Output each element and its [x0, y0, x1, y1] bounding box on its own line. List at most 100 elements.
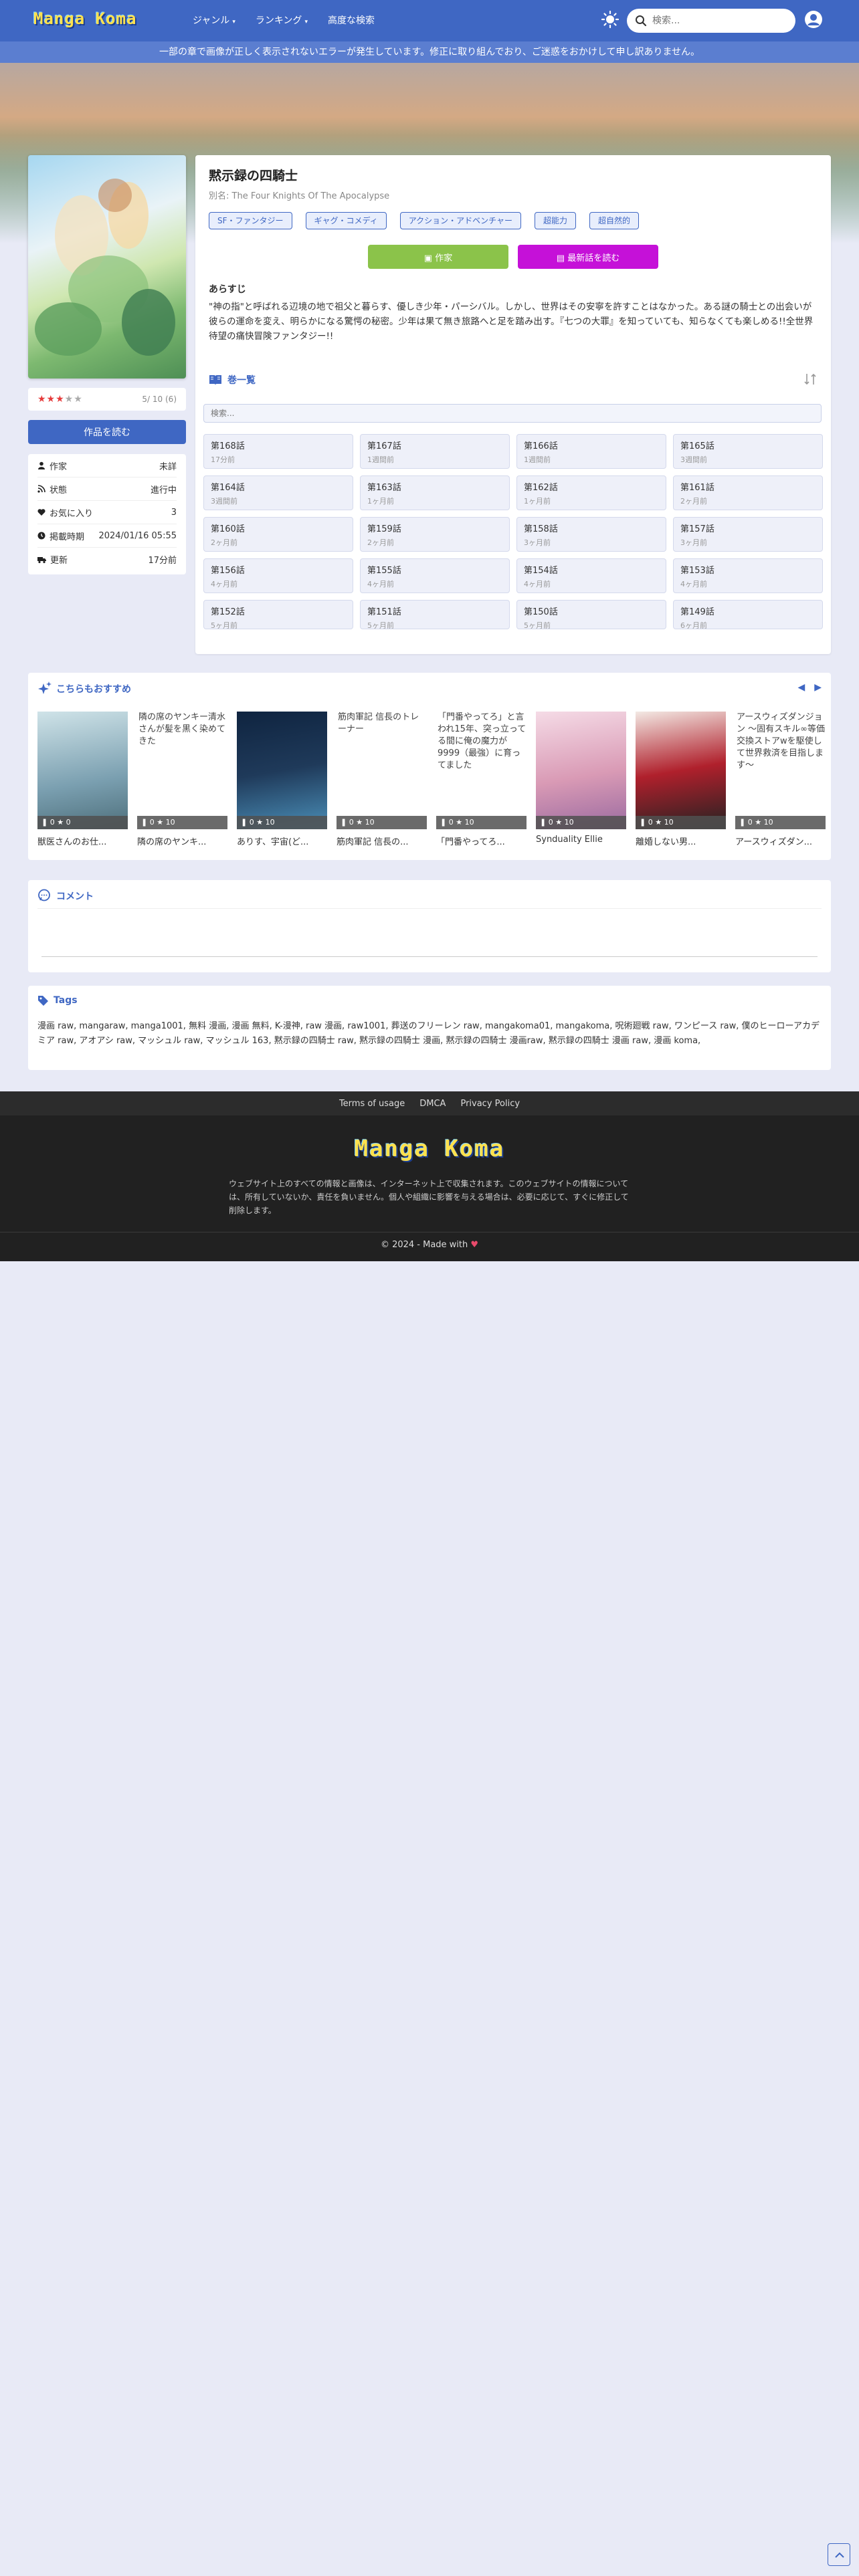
recommend-item[interactable]: 隣の席のヤンキー清水さんが髪を黒く染めてきた ❚ 0 ★ 10 隣の席のヤンキ.… — [137, 712, 227, 847]
genre-tag[interactable]: ギャグ・コメディ — [305, 212, 387, 229]
footer-link-privacy[interactable]: Privacy Policy — [460, 1099, 520, 1109]
recommend-cover[interactable]: ❚ 0 ★ 10 — [536, 712, 626, 829]
chapter-item[interactable]: 第167話 1週間前 — [360, 434, 510, 469]
cover-image — [28, 155, 186, 379]
recommend-item[interactable]: ❚ 0 ★ 10 Synduality Ellie — [536, 712, 626, 847]
chapter-list-title: 巻一覧 — [209, 373, 256, 387]
tags-text[interactable]: 漫画 raw, mangaraw, manga1001, 無料 漫画, 漫画 無… — [37, 1019, 820, 1049]
copyright-text: © 2024 - Made with — [380, 1240, 468, 1250]
recommend-item[interactable]: ❚ 0 ★ 0 獣医さんのお仕... — [37, 712, 128, 847]
recommend-name[interactable]: 離婚しない男... — [636, 835, 726, 847]
nav-advanced-search[interactable]: 高度な検索 — [328, 13, 375, 27]
manga-title: 黙示録の四騎士 — [209, 169, 298, 183]
chapter-item[interactable]: 第162話 1ヶ月前 — [516, 475, 666, 510]
author-button-label: 作家 — [435, 253, 453, 263]
recommend-cover[interactable]: 筋肉軍記 信長のトレーナー ❚ 0 ★ 10 — [337, 712, 427, 829]
author-button[interactable]: ▣ 作家 — [368, 245, 508, 269]
chapter-item[interactable]: 第152話 5ヶ月前 — [203, 600, 353, 629]
recommend-name[interactable]: 筋肉軍記 信長の... — [337, 835, 427, 847]
author-icon: ▣ — [423, 253, 433, 263]
recommend-item[interactable]: 「門番やってろ」と言われ15年、突っ立ってる間に俺の魔力が9999（最強）に育っ… — [436, 712, 527, 847]
recommend-name[interactable]: 「門番やってろ... — [436, 835, 527, 847]
user-account-icon[interactable] — [803, 9, 824, 29]
nav-genre[interactable]: ジャンル ▾ — [193, 13, 235, 27]
comment-input-area[interactable] — [41, 956, 818, 957]
footer: Manga Koma ウェブサイト上のすべての情報と画像は、インターネット上で収… — [0, 1115, 859, 1261]
chapter-item[interactable]: 第164話 3週間前 — [203, 475, 353, 510]
theme-toggle-icon[interactable] — [601, 10, 619, 29]
recommend-nav: ◀ ▶ — [797, 682, 822, 693]
bookmark-icon: ❚ — [141, 818, 148, 827]
genre-tag[interactable]: 超能力 — [534, 212, 576, 229]
footer-logo[interactable]: Manga Koma — [0, 1136, 859, 1162]
recommend-stats-text: 0 ★ 10 — [349, 818, 375, 827]
divider — [37, 908, 822, 909]
chapter-time: 3ヶ月前 — [524, 538, 551, 547]
scroll-to-top-button[interactable] — [828, 2543, 850, 2566]
chapter-item[interactable]: 第150話 5ヶ月前 — [516, 600, 666, 629]
recommend-name[interactable]: 隣の席のヤンキ... — [137, 835, 227, 847]
chapter-item[interactable]: 第155話 4ヶ月前 — [360, 558, 510, 593]
chapter-time: 4ヶ月前 — [367, 580, 394, 588]
comment-title: コメント — [37, 889, 94, 903]
recommend-name[interactable]: 獣医さんのお仕... — [37, 835, 128, 847]
recommend-item[interactable]: ❚ 0 ★ 10 ありす、宇宙(ど... — [237, 712, 327, 847]
chapter-item[interactable]: 第159話 2ヶ月前 — [360, 517, 510, 552]
chapter-time: 2ヶ月前 — [367, 538, 394, 547]
read-latest-button[interactable]: ▤ 最新話を読む — [518, 245, 658, 269]
site-logo[interactable]: Manga Koma — [33, 9, 137, 28]
chapter-item[interactable]: 第157話 3ヶ月前 — [673, 517, 823, 552]
chapter-search-input[interactable] — [203, 404, 822, 423]
bookmark-icon: ❚ — [41, 818, 48, 827]
chapter-item[interactable]: 第149話 6ヶ月前 — [673, 600, 823, 629]
footer-link-dmca[interactable]: DMCA — [419, 1099, 446, 1109]
recommend-stats: ❚ 0 ★ 10 — [536, 816, 626, 829]
recommend-name[interactable]: ありす、宇宙(ど... — [237, 835, 327, 847]
nav-ranking[interactable]: ランキング ▾ — [256, 13, 308, 27]
bookmark-icon: ❚ — [640, 818, 646, 827]
next-icon[interactable]: ▶ — [814, 682, 822, 693]
genre-tag[interactable]: SF・ファンタジー — [209, 212, 292, 229]
info-value: 2024/01/16 05:55 — [98, 530, 177, 541]
recommend-name[interactable]: Synduality Ellie — [536, 835, 626, 845]
chapter-item[interactable]: 第156話 4ヶ月前 — [203, 558, 353, 593]
recommend-cover[interactable]: ❚ 0 ★ 0 — [37, 712, 128, 829]
chapter-item[interactable]: 第165話 3週間前 — [673, 434, 823, 469]
chapter-item[interactable]: 第154話 4ヶ月前 — [516, 558, 666, 593]
footer-link-terms[interactable]: Terms of usage — [339, 1099, 405, 1109]
recommend-stats-text: 0 ★ 10 — [747, 818, 773, 827]
chapter-item[interactable]: 第158話 3ヶ月前 — [516, 517, 666, 552]
synopsis-text: "神の指"と呼ばれる辺境の地で祖父と暮らす、優しき少年・パーシバル。しかし、世界… — [209, 302, 814, 342]
recommend-item[interactable]: ❚ 0 ★ 10 離婚しない男... — [636, 712, 726, 847]
recommend-stats-text: 0 ★ 10 — [249, 818, 275, 827]
chapter-name: 第162話 — [524, 483, 558, 493]
chapter-item[interactable]: 第161話 2ヶ月前 — [673, 475, 823, 510]
genre-tag[interactable]: 超自然的 — [589, 212, 640, 229]
recommend-name[interactable]: アースウィズダン... — [735, 835, 826, 847]
chapter-item[interactable]: 第160話 2ヶ月前 — [203, 517, 353, 552]
chapter-item[interactable]: 第168話 17分前 — [203, 434, 353, 469]
recommend-cover[interactable]: ❚ 0 ★ 10 — [237, 712, 327, 829]
recommend-item[interactable]: アースウィズダンジョン ～固有スキル∞等価交換ストアwを駆使して世界救済を目指し… — [735, 712, 826, 847]
chapter-name: 第161話 — [680, 483, 714, 493]
chapter-item[interactable]: 第151話 5ヶ月前 — [360, 600, 510, 629]
recommend-stats-text: 0 ★ 10 — [149, 818, 175, 827]
chapter-item[interactable]: 第163話 1ヶ月前 — [360, 475, 510, 510]
prev-icon[interactable]: ◀ — [797, 682, 805, 693]
tags-title-label: Tags — [54, 995, 78, 1006]
genre-tag[interactable]: アクション・アドベンチャー — [399, 212, 521, 229]
search-input[interactable] — [652, 14, 786, 27]
recommend-cover[interactable]: 「門番やってろ」と言われ15年、突っ立ってる間に俺の魔力が9999（最強）に育っ… — [436, 712, 527, 829]
chapter-item[interactable]: 第153話 4ヶ月前 — [673, 558, 823, 593]
recommend-cover[interactable]: ❚ 0 ★ 10 — [636, 712, 726, 829]
sort-icon[interactable] — [803, 372, 818, 387]
recommend-item[interactable]: 筋肉軍記 信長のトレーナー ❚ 0 ★ 10 筋肉軍記 信長の... — [337, 712, 427, 847]
chapter-item[interactable]: 第166話 1週間前 — [516, 434, 666, 469]
recommend-cover[interactable]: 隣の席のヤンキー清水さんが髪を黒く染めてきた ❚ 0 ★ 10 — [137, 712, 227, 829]
search-icon[interactable] — [635, 15, 647, 27]
chapter-time: 3週間前 — [680, 455, 707, 464]
read-work-button[interactable]: 作品を読む — [28, 420, 186, 444]
chapter-name: 第150話 — [524, 607, 558, 617]
rating-stars[interactable]: ★★★★★ — [37, 394, 83, 405]
recommend-cover[interactable]: アースウィズダンジョン ～固有スキル∞等価交換ストアwを駆使して世界救済を目指し… — [735, 712, 826, 829]
